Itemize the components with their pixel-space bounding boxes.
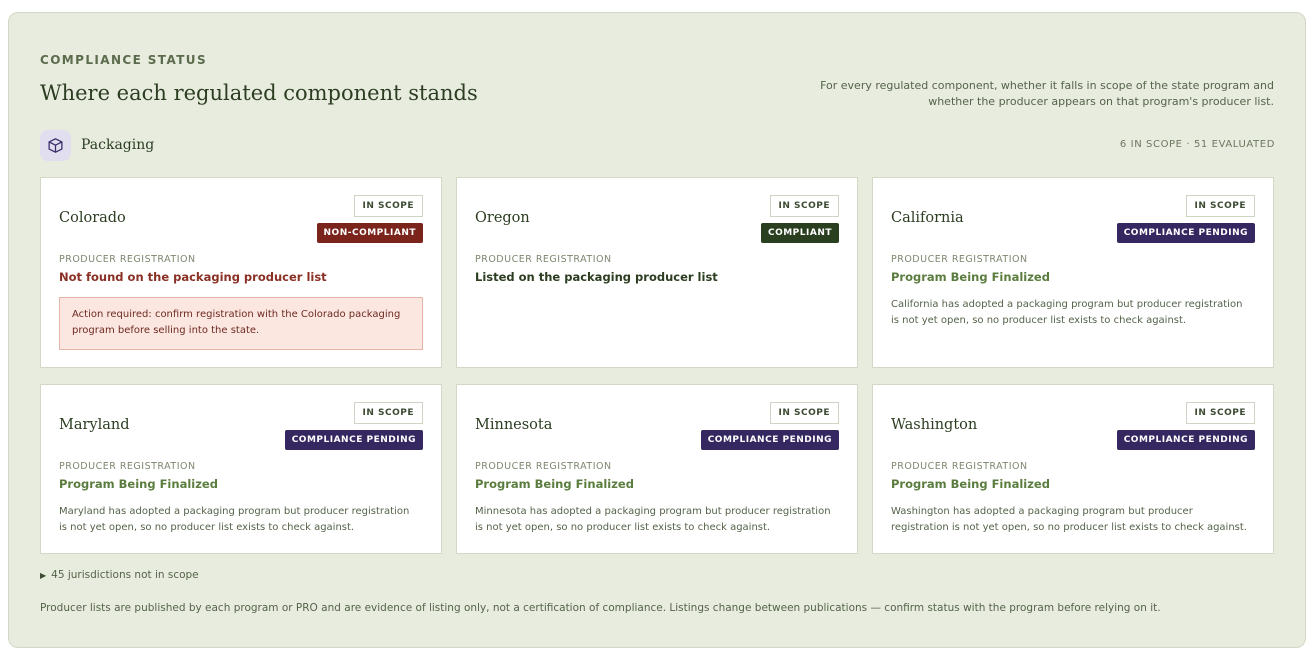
status-badge: COMPLIANCE PENDING xyxy=(700,430,839,450)
scope-badge: IN SCOPE xyxy=(769,195,839,217)
section-eyebrow: COMPLIANCE STATUS xyxy=(40,53,207,67)
section-description: For every regulated component, whether i… xyxy=(820,79,1274,108)
scope-badge: IN SCOPE xyxy=(1185,402,1255,424)
registration-status: Program Being Finalized xyxy=(891,270,1050,284)
state-card-california: California IN SCOPE COMPLIANCE PENDING P… xyxy=(872,177,1274,368)
status-badge: COMPLIANT xyxy=(760,223,839,243)
scope-count: 6 IN SCOPE · 51 EVALUATED xyxy=(1119,139,1275,150)
scope-badge: IN SCOPE xyxy=(769,402,839,424)
status-badge: COMPLIANCE PENDING xyxy=(284,430,423,450)
compliance-status-panel: COMPLIANCE STATUS Where each regulated c… xyxy=(8,12,1306,648)
status-badge: COMPLIANCE PENDING xyxy=(1116,430,1255,450)
state-name: Washington xyxy=(891,417,978,433)
state-name: California xyxy=(891,210,964,226)
package-icon xyxy=(40,130,71,161)
state-card-colorado: Colorado IN SCOPE NON-COMPLIANT PRODUCER… xyxy=(40,177,442,368)
field-label: PRODUCER REGISTRATION xyxy=(891,254,1028,265)
status-note: Washington has adopted a packaging progr… xyxy=(891,506,1247,533)
field-label: PRODUCER REGISTRATION xyxy=(475,254,612,265)
out-of-scope-label: 45 jurisdictions not in scope xyxy=(51,569,199,581)
section-title: Where each regulated component stands xyxy=(40,81,478,105)
state-name: Oregon xyxy=(475,210,530,226)
registration-status: Program Being Finalized xyxy=(475,477,634,491)
component-group-label: Packaging xyxy=(81,137,155,153)
state-name: Colorado xyxy=(59,210,126,226)
footer-disclaimer: Producer lists are published by each pro… xyxy=(40,602,1161,614)
component-group-header: Packaging 6 IN SCOPE · 51 EVALUATED xyxy=(40,130,1275,161)
scope-badge: IN SCOPE xyxy=(353,195,423,217)
state-card-oregon: Oregon IN SCOPE COMPLIANT PRODUCER REGIS… xyxy=(456,177,858,368)
registration-status: Program Being Finalized xyxy=(59,477,218,491)
field-label: PRODUCER REGISTRATION xyxy=(59,461,196,472)
field-label: PRODUCER REGISTRATION xyxy=(891,461,1028,472)
registration-status: Not found on the packaging producer list xyxy=(59,270,327,284)
scope-badge: IN SCOPE xyxy=(1185,195,1255,217)
status-badge: COMPLIANCE PENDING xyxy=(1116,223,1255,243)
field-label: PRODUCER REGISTRATION xyxy=(59,254,196,265)
state-card-maryland: Maryland IN SCOPE COMPLIANCE PENDING PRO… xyxy=(40,384,442,554)
field-label: PRODUCER REGISTRATION xyxy=(475,461,612,472)
registration-status: Listed on the packaging producer list xyxy=(475,270,718,284)
registration-status: Program Being Finalized xyxy=(891,477,1050,491)
state-name: Maryland xyxy=(59,417,130,433)
status-badge: NON-COMPLIANT xyxy=(316,223,423,243)
status-note: Minnesota has adopted a packaging progra… xyxy=(475,506,831,533)
scope-badge: IN SCOPE xyxy=(353,402,423,424)
state-card-washington: Washington IN SCOPE COMPLIANCE PENDING P… xyxy=(872,384,1274,554)
status-note: Maryland has adopted a packaging program… xyxy=(59,506,410,533)
triangle-right-icon: ▶ xyxy=(40,570,47,580)
status-note: California has adopted a packaging progr… xyxy=(891,299,1243,326)
state-card-minnesota: Minnesota IN SCOPE COMPLIANCE PENDING PR… xyxy=(456,384,858,554)
out-of-scope-toggle[interactable]: ▶ 45 jurisdictions not in scope xyxy=(40,569,199,581)
state-name: Minnesota xyxy=(475,417,553,433)
action-required-alert: Action required: confirm registration wi… xyxy=(59,297,423,350)
